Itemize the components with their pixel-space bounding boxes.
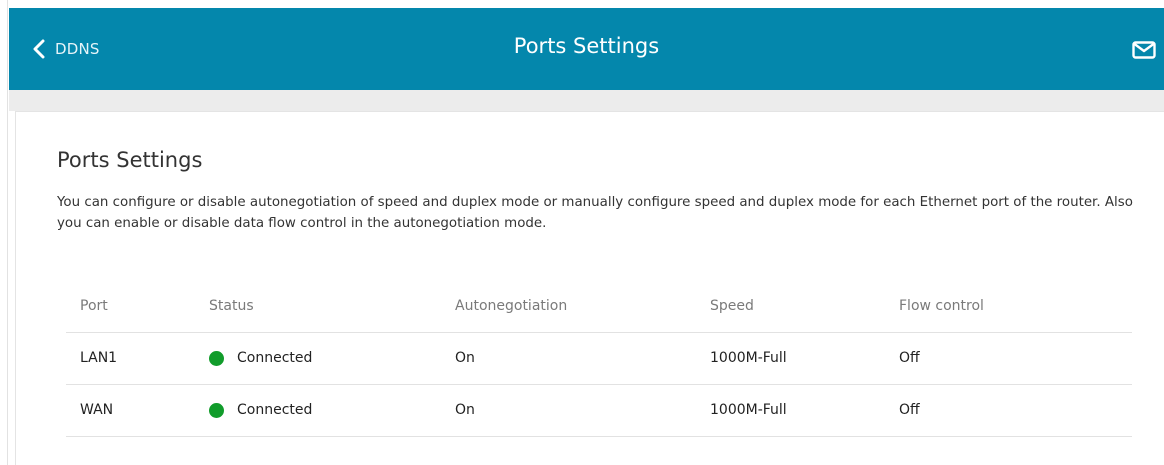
- status-label: Connected: [237, 402, 313, 418]
- column-header-autonegotiation: Autonegotiation: [455, 298, 568, 314]
- column-header-status: Status: [209, 298, 254, 314]
- mail-icon: [1132, 41, 1156, 59]
- status-dot-icon: [209, 403, 224, 418]
- top-bar: DDNS Ports Settings: [9, 8, 1164, 90]
- page: DDNS Ports Settings Ports Settings You c…: [0, 0, 1164, 465]
- cell-autonegotiation: On: [455, 350, 475, 366]
- status-label: Connected: [237, 350, 313, 366]
- cell-port: LAN1: [80, 350, 118, 366]
- status-dot-icon: [209, 351, 224, 366]
- cell-speed: 1000M-Full: [710, 350, 787, 366]
- table-row[interactable]: WAN Connected On 1000M-Full Off: [66, 385, 1132, 437]
- table-header: Port Status Autonegotiation Speed Flow c…: [66, 281, 1132, 333]
- notifications-button[interactable]: [1132, 41, 1156, 59]
- window-left-edge: [0, 0, 8, 465]
- window-top-edge: [0, 0, 1164, 8]
- section-title: Ports Settings: [57, 148, 203, 172]
- cell-speed: 1000M-Full: [710, 402, 787, 418]
- page-title: Ports Settings: [513, 34, 660, 58]
- cell-status: Connected: [209, 333, 312, 384]
- ports-settings-card: Ports Settings You can configure or disa…: [15, 111, 1164, 465]
- table-row[interactable]: LAN1 Connected On 1000M-Full Off: [66, 333, 1132, 385]
- column-header-flow-control: Flow control: [899, 298, 984, 314]
- section-description: You can configure or disable autonegotia…: [57, 195, 1133, 231]
- column-header-speed: Speed: [710, 298, 754, 314]
- content-background: [9, 90, 1164, 111]
- cell-flow-control: Off: [899, 402, 920, 418]
- cell-flow-control: Off: [899, 350, 920, 366]
- cell-status: Connected: [209, 385, 312, 436]
- cell-port: WAN: [80, 402, 114, 418]
- column-header-port: Port: [80, 298, 108, 314]
- cell-autonegotiation: On: [455, 402, 475, 418]
- ports-table: Port Status Autonegotiation Speed Flow c…: [66, 281, 1132, 437]
